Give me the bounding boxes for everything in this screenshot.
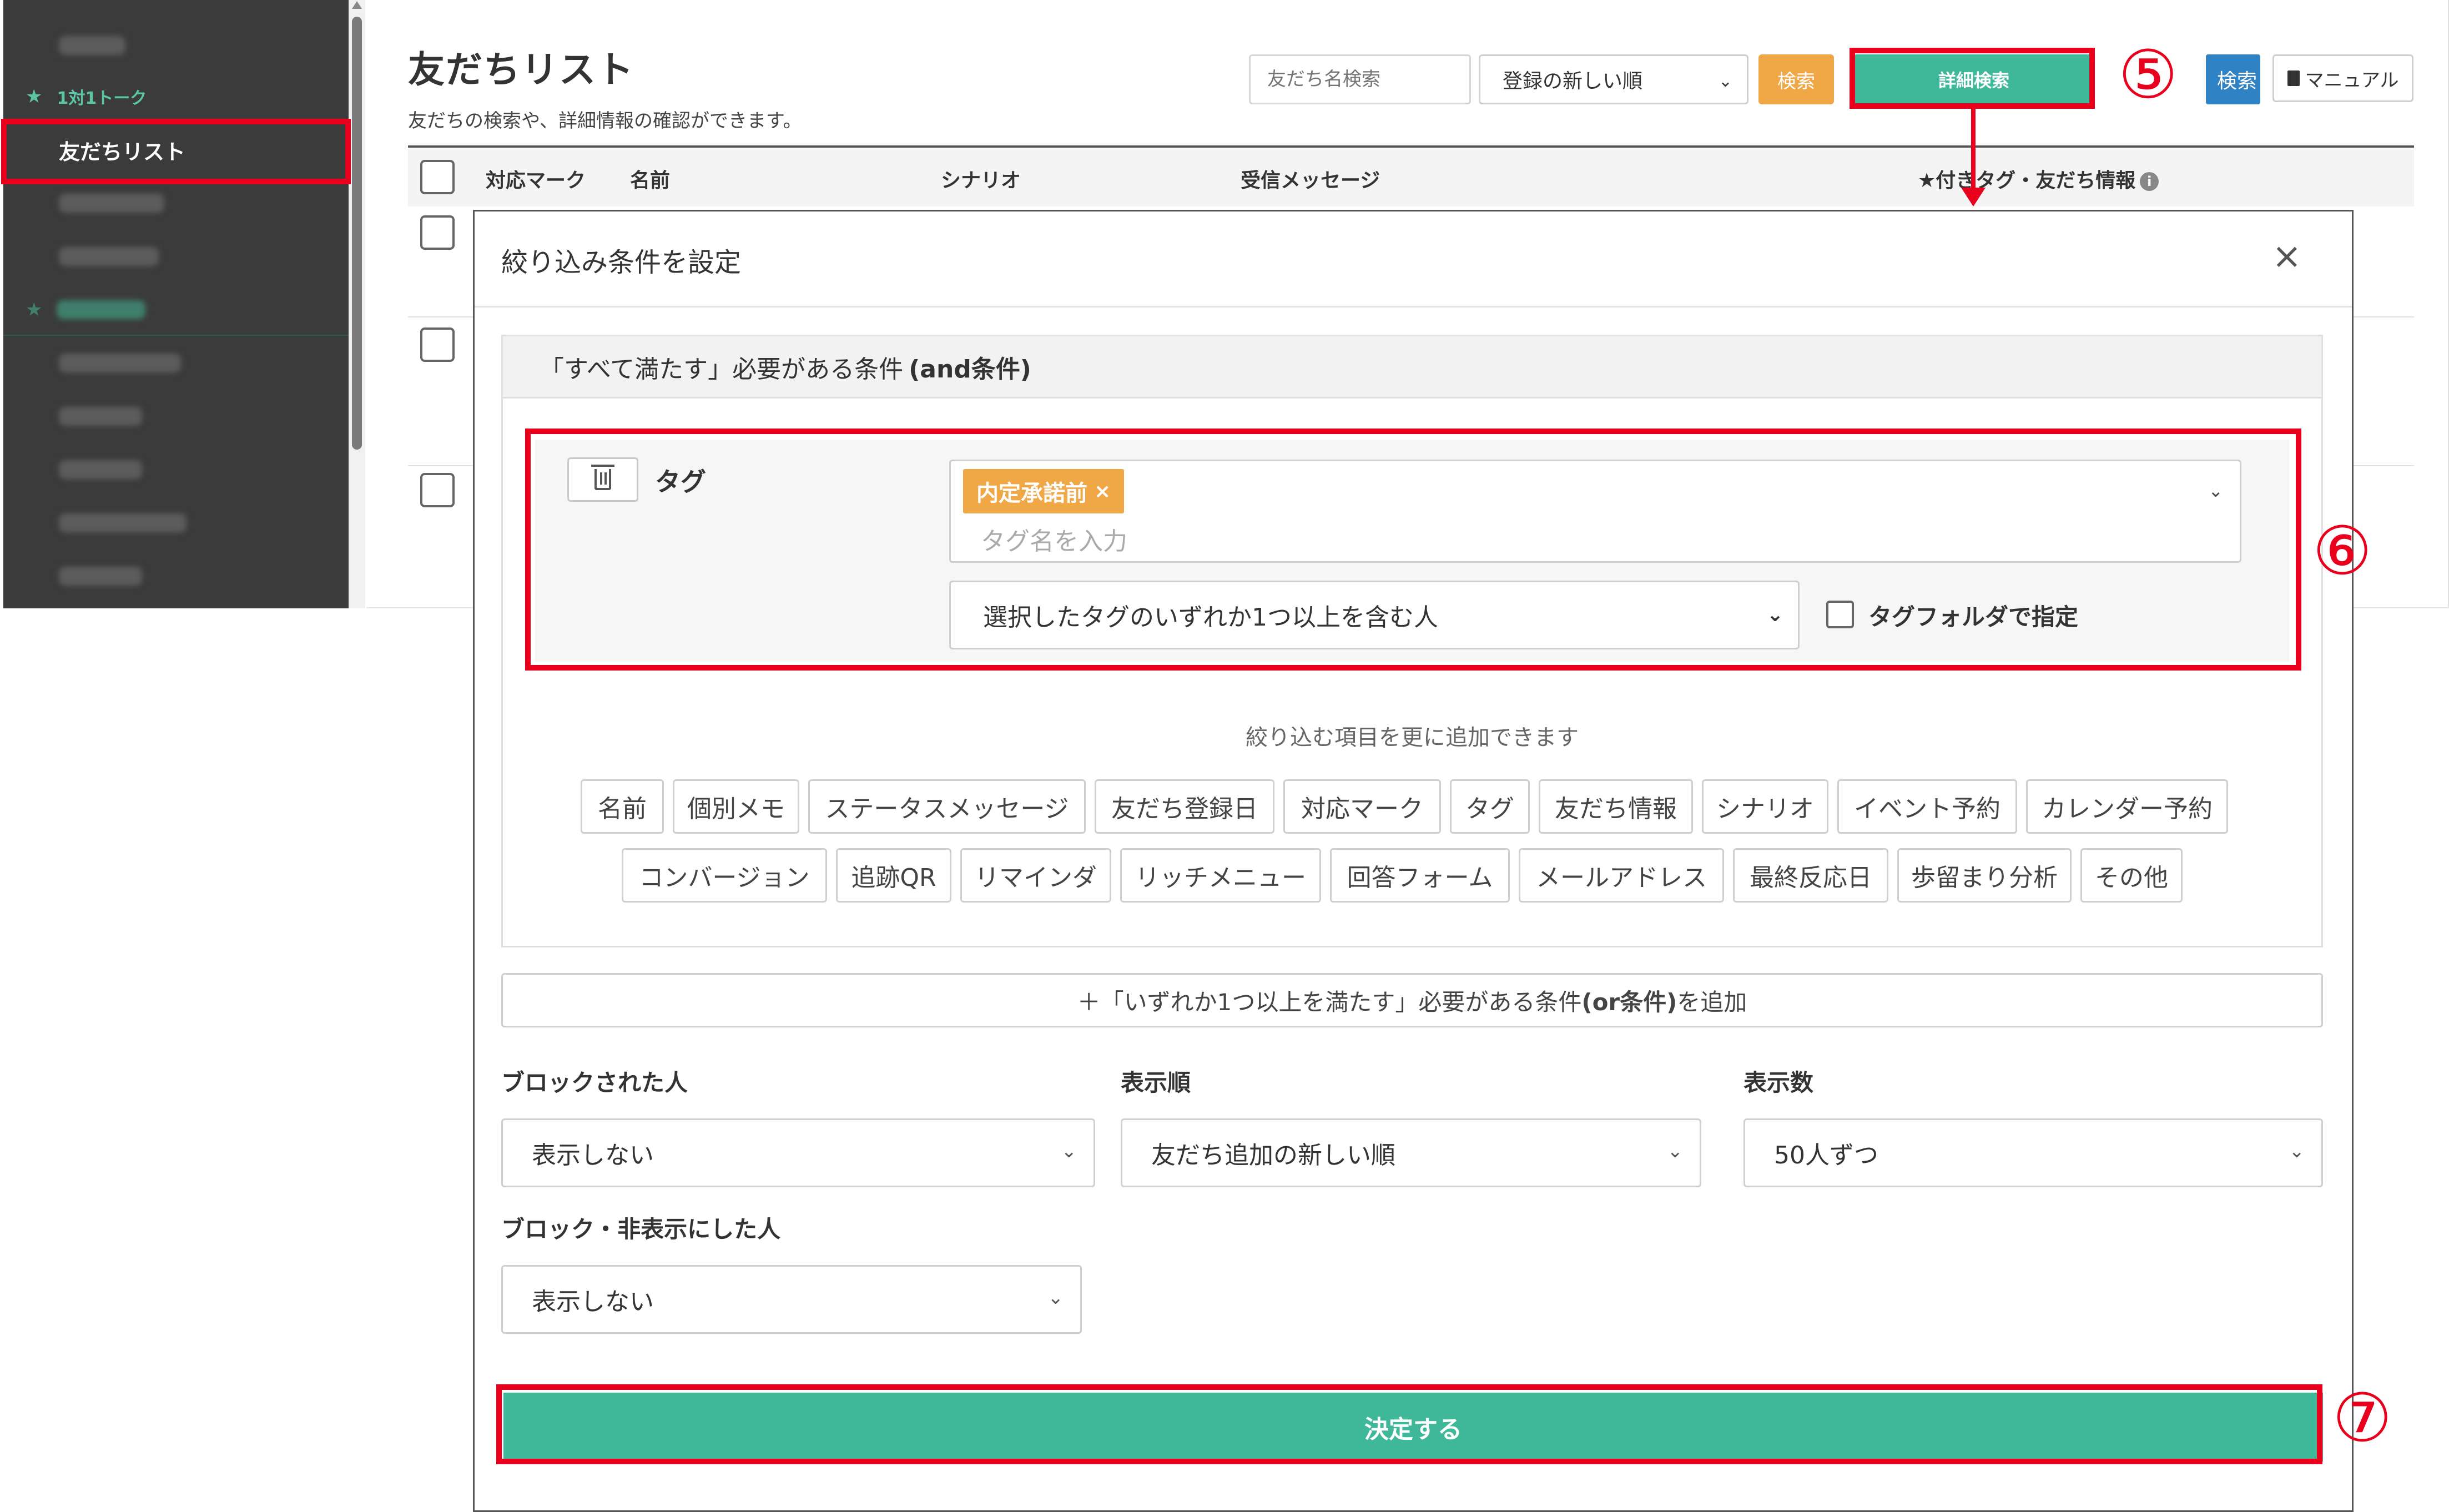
column-header-tags: ★付きタグ・友だち情報 i xyxy=(1918,164,2159,193)
blocked-label: ブロックされた人 xyxy=(501,1069,688,1096)
friend-name-search-input[interactable] xyxy=(1249,54,1471,104)
count-label: 表示数 xyxy=(1743,1069,1814,1096)
filter-item-rich-menu[interactable]: リッチメニュー xyxy=(1120,848,1321,903)
highlight-detail-search xyxy=(1850,48,2095,109)
and-header-bold: (and条件) xyxy=(909,355,1031,384)
filter-item-memo[interactable]: 個別メモ xyxy=(673,779,799,834)
info-icon[interactable]: i xyxy=(2140,172,2159,191)
annotation-arrow xyxy=(1971,105,1976,189)
order-select[interactable]: 友だち追加の新しい順 ⌄ xyxy=(1121,1118,1701,1187)
filter-item-registration-date[interactable]: 友だち登録日 xyxy=(1095,779,1274,834)
sidebar-section-1on1[interactable]: ★ 1対1トーク xyxy=(3,70,349,123)
or-button-prefix: ＋「いずれか1つ以上を満たす」必要がある条件 xyxy=(1077,988,1582,1016)
row-checkbox[interactable] xyxy=(420,473,455,507)
hidden-select[interactable]: 表示しない ⌄ xyxy=(501,1265,1082,1334)
column-header-message[interactable]: 受信メッセージ xyxy=(1241,164,1380,193)
table-header: 対応マーク 名前 シナリオ 受信メッセージ ★付きタグ・友だち情報 i xyxy=(408,145,2414,206)
filter-item-response-mark[interactable]: 対応マーク xyxy=(1283,779,1441,834)
filter-item-other[interactable]: その他 xyxy=(2080,848,2183,903)
column-header-name[interactable]: 名前 xyxy=(630,164,670,193)
close-icon[interactable]: × xyxy=(2272,236,2302,277)
and-header-text: 「すべて満たす」必要がある条件 xyxy=(540,355,904,384)
order-select-value: 友だち追加の新しい順 xyxy=(1151,1141,1395,1170)
sort-select-value: 登録の新しい順 xyxy=(1503,70,1643,93)
manual-button-label: マニュアル xyxy=(2305,69,2399,92)
filter-item-calendar-booking[interactable]: カレンダー予約 xyxy=(2026,779,2228,834)
arrow-down-icon xyxy=(1961,188,1986,206)
filter-item-name[interactable]: 名前 xyxy=(581,779,664,834)
sidebar-section-blurred[interactable]: ★ xyxy=(3,283,349,336)
star-icon: ★ xyxy=(26,299,43,321)
star-icon: ★ xyxy=(26,85,43,108)
sidebar-item-blurred-1[interactable] xyxy=(3,19,349,72)
hidden-label: ブロック・非表示にした人 xyxy=(501,1216,781,1243)
sidebar-item-blurred-7[interactable] xyxy=(3,496,349,550)
annotation-step-6: ⑥ xyxy=(2312,513,2372,590)
sidebar-item-blurred-6[interactable] xyxy=(3,443,349,496)
count-select[interactable]: 50人ずつ ⌄ xyxy=(1743,1118,2323,1187)
row-checkbox[interactable] xyxy=(420,215,455,250)
chevron-down-icon: ⌄ xyxy=(1061,1140,1077,1162)
chevron-down-icon: ⌄ xyxy=(1047,1287,1064,1309)
highlight-submit xyxy=(496,1384,2322,1464)
filter-item-event-booking[interactable]: イベント予約 xyxy=(1837,779,2017,834)
count-select-value: 50人ずつ xyxy=(1774,1141,1878,1170)
select-all-checkbox[interactable] xyxy=(420,160,455,194)
sidebar-item-blurred-4[interactable] xyxy=(3,336,349,390)
page-subtitle: 友だちの検索や、詳細情報の確認ができます。 xyxy=(408,110,802,132)
column-header-scenario[interactable]: シナリオ xyxy=(941,164,1021,193)
blocked-select[interactable]: 表示しない ⌄ xyxy=(501,1118,1095,1187)
filter-item-yield-analysis[interactable]: 歩留まり分析 xyxy=(1897,848,2072,903)
or-button-bold: (or条件) xyxy=(1581,988,1677,1016)
chevron-down-icon: ⌄ xyxy=(2289,1140,2305,1162)
filter-item-answer-form[interactable]: 回答フォーム xyxy=(1330,848,1510,903)
sort-select[interactable]: 登録の新しい順 ⌄ xyxy=(1479,54,1748,104)
search-button-secondary[interactable]: 検索 xyxy=(2206,54,2260,104)
book-icon xyxy=(2287,70,2300,86)
chevron-down-icon: ⌄ xyxy=(1667,1140,1684,1162)
modal-divider xyxy=(475,306,2352,308)
hidden-select-value: 表示しない xyxy=(532,1288,654,1316)
order-label: 表示順 xyxy=(1121,1069,1191,1096)
filter-item-last-response-date[interactable]: 最終反応日 xyxy=(1733,848,1888,903)
sidebar-divider xyxy=(3,335,349,336)
sidebar-item-blurred-3[interactable] xyxy=(3,230,349,283)
annotation-step-5: ⑤ xyxy=(2118,37,2178,114)
or-button-suffix: を追加 xyxy=(1677,988,1747,1016)
highlight-tag-condition xyxy=(525,429,2301,671)
filter-item-tag[interactable]: タグ xyxy=(1450,779,1530,834)
sidebar: ★ 1対1トーク 友だちリスト ★ xyxy=(3,0,349,608)
filter-item-friend-info[interactable]: 友だち情報 xyxy=(1539,779,1693,834)
row-checkbox[interactable] xyxy=(420,327,455,362)
annotation-step-7: ⑦ xyxy=(2332,1380,2392,1457)
and-condition-header: 「すべて満たす」必要がある条件 (and条件) xyxy=(503,336,2321,399)
filter-item-conversion[interactable]: コンバージョン xyxy=(622,848,827,903)
filter-item-email[interactable]: メールアドレス xyxy=(1519,848,1724,903)
sidebar-item-blurred-8[interactable] xyxy=(3,550,349,603)
add-filter-hint: 絞り込む項目を更に追加できます xyxy=(1246,725,1579,750)
filter-item-status-message[interactable]: ステータスメッセージ xyxy=(808,779,1086,834)
chevron-down-icon: ⌄ xyxy=(1718,72,1732,91)
add-or-condition-button[interactable]: ＋「いずれか1つ以上を満たす」必要がある条件 (or条件) を追加 xyxy=(501,973,2323,1027)
sidebar-section-label: 1対1トーク xyxy=(57,89,147,108)
filter-item-tracking-qr[interactable]: 追跡QR xyxy=(836,848,951,903)
highlight-friend-list xyxy=(1,119,351,184)
sidebar-scroll-thumb[interactable] xyxy=(352,17,362,450)
search-button[interactable]: 検索 xyxy=(1758,54,1834,104)
filter-modal: 絞り込み条件を設定 × 「すべて満たす」必要がある条件 (and条件) タグ 内… xyxy=(473,210,2354,1512)
column-header-tags-label: ★付きタグ・友だち情報 xyxy=(1918,169,2136,192)
column-header-mark[interactable]: 対応マーク xyxy=(486,164,586,193)
blocked-select-value: 表示しない xyxy=(532,1141,654,1170)
modal-title: 絞り込み条件を設定 xyxy=(501,247,742,278)
filter-item-scenario[interactable]: シナリオ xyxy=(1702,779,1828,834)
scroll-up-icon[interactable] xyxy=(352,1,362,9)
filter-item-reminder[interactable]: リマインダ xyxy=(960,848,1111,903)
page-title: 友だちリスト xyxy=(408,48,634,91)
manual-button[interactable]: マニュアル xyxy=(2272,54,2413,102)
sidebar-item-blurred-2[interactable] xyxy=(3,177,349,230)
sidebar-item-blurred-5[interactable] xyxy=(3,390,349,443)
